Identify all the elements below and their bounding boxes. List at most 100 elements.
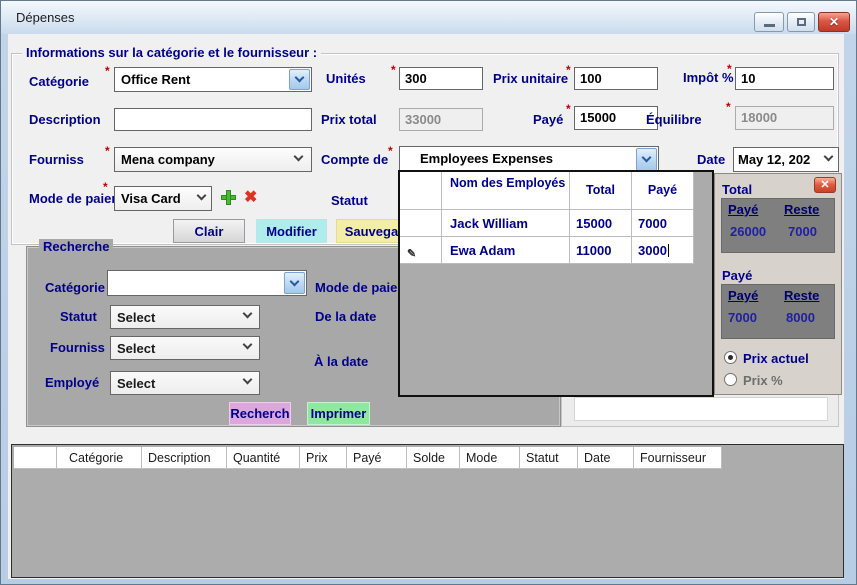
results-col-statut[interactable]: Statut — [520, 447, 578, 469]
recherche-fourniss-combobox[interactable]: Select — [110, 336, 260, 360]
chevron-down-icon — [243, 309, 253, 319]
results-rowheader-cell — [14, 447, 57, 469]
recherche-statut-value: Select — [117, 310, 155, 325]
results-col-solde[interactable]: Solde — [407, 447, 460, 469]
recherch-button[interactable]: Recherch — [229, 402, 291, 425]
description-input[interactable] — [114, 108, 312, 131]
equilibre-label: Équilibre — [646, 112, 702, 127]
compte-dropdown-button[interactable] — [636, 148, 657, 171]
results-col-prix[interactable]: Prix — [300, 447, 347, 469]
grid-row2-paye: 3000 — [638, 243, 667, 258]
app-window: Dépenses ✕ Informations sur la catégorie… — [0, 0, 857, 585]
client-area: Informations sur la catégorie et le four… — [8, 34, 844, 579]
impot-input[interactable]: 10 — [735, 67, 834, 90]
results-header-row: Catégorie Description Quantité Prix Payé… — [14, 447, 722, 469]
close-icon: ✕ — [820, 180, 829, 191]
summary-paye-paye-value: 7000 — [728, 310, 757, 325]
recherche-mode-label: Mode de paiem — [315, 280, 401, 295]
results-col-description[interactable]: Description — [142, 447, 227, 469]
chevron-down-icon — [294, 152, 304, 162]
results-col-categorie[interactable]: Catégorie — [57, 447, 142, 469]
fourniss-combobox-value: Mena company — [121, 152, 215, 167]
summary-total-paye-value: 26000 — [730, 224, 766, 239]
grid-col-paye[interactable]: Payé — [632, 172, 694, 210]
results-col-quantite[interactable]: Quantité — [227, 447, 300, 469]
grid-row2-total[interactable]: 11000 — [570, 237, 632, 264]
fourniss-required-marker: * — [105, 144, 110, 158]
categorie-required-marker: * — [105, 64, 110, 78]
grid-col-total[interactable]: Total — [570, 172, 632, 210]
clair-button[interactable]: Clair — [173, 219, 245, 243]
delete-button[interactable]: ✖ — [244, 190, 257, 206]
recherche-categorie-dropdown-button[interactable] — [284, 272, 305, 294]
grid-row1-total[interactable]: 15000 — [570, 210, 632, 237]
radio-prix-actuel[interactable] — [724, 351, 737, 364]
compte-combobox-value: Employees Expenses — [420, 151, 553, 166]
results-table[interactable]: Catégorie Description Quantité Prix Payé… — [11, 444, 844, 578]
grid-row2-header[interactable]: ✎ — [400, 237, 442, 264]
date-picker[interactable]: May 12, 202 — [733, 147, 839, 172]
results-col-mode[interactable]: Mode — [460, 447, 520, 469]
mode-paiement-required-marker: * — [103, 180, 108, 194]
grid-row1-paye[interactable]: 7000 — [632, 210, 694, 237]
minimize-button[interactable] — [754, 12, 784, 32]
maximize-icon — [797, 18, 806, 26]
grid-row2-paye-cell[interactable]: 3000 — [632, 237, 694, 264]
close-icon: ✕ — [829, 16, 839, 28]
description-label: Description — [29, 112, 101, 127]
statut-label: Statut — [331, 193, 368, 208]
summary-paye-reste-value: 8000 — [786, 310, 815, 325]
recherche-categorie-combobox[interactable] — [107, 270, 307, 296]
prix-unitaire-input[interactable]: 100 — [574, 67, 658, 90]
compte-combobox[interactable]: Employees Expenses — [399, 146, 659, 173]
paye-required-marker: * — [566, 102, 571, 116]
close-button[interactable]: ✕ — [818, 12, 850, 32]
panel-close-button[interactable]: ✕ — [814, 177, 836, 193]
prix-unitaire-label: Prix unitaire — [493, 71, 568, 86]
results-col-paye[interactable]: Payé — [347, 447, 407, 469]
grid-row1-header[interactable] — [400, 210, 442, 237]
chevron-down-icon — [243, 375, 253, 385]
prix-unitaire-required-marker: * — [566, 63, 571, 77]
grid-row2-nom[interactable]: Ewa Adam — [442, 237, 570, 264]
impot-label: Impôt % — [683, 70, 734, 85]
compte-label: Compte de — [321, 152, 388, 167]
categorie-dropdown-button[interactable] — [289, 69, 310, 90]
categorie-label: Catégorie — [29, 74, 89, 89]
employees-grid-popup[interactable]: Nom des Employés Total Payé Jack William… — [398, 170, 714, 397]
summary-total-title: Total — [722, 182, 752, 197]
grid-row1-nom[interactable]: Jack William — [442, 210, 570, 237]
modifier-button[interactable]: Modifier — [256, 219, 327, 243]
notes-input[interactable] — [574, 397, 828, 421]
mode-paiement-combobox[interactable]: Visa Card — [114, 186, 212, 211]
results-col-fournisseur[interactable]: Fournisseur — [634, 447, 722, 469]
fourniss-combobox[interactable]: Mena company — [114, 147, 312, 172]
unites-required-marker: * — [391, 63, 396, 77]
summary-total-reste-value: 7000 — [788, 224, 817, 239]
window-title: Dépenses — [16, 10, 75, 25]
text-caret — [668, 244, 669, 257]
recherche-legend: Recherche — [39, 239, 113, 254]
maximize-button[interactable] — [787, 12, 815, 32]
summary-total-reste-header: Reste — [784, 202, 819, 217]
recherche-statut-combobox[interactable]: Select — [110, 305, 260, 329]
unites-input[interactable]: 300 — [399, 67, 483, 90]
add-button[interactable] — [220, 189, 237, 206]
titlebar[interactable]: Dépenses ✕ — [1, 1, 856, 34]
radio-prix-pct[interactable] — [724, 373, 737, 386]
equilibre-required-marker: * — [726, 100, 731, 114]
results-col-date[interactable]: Date — [578, 447, 634, 469]
chevron-down-icon — [243, 340, 253, 350]
recherche-employe-combobox[interactable]: Select — [110, 371, 260, 395]
impot-required-marker: * — [727, 62, 732, 76]
equilibre-field: 18000 — [735, 106, 834, 130]
categorie-combobox-value: Office Rent — [121, 72, 190, 87]
summary-paye-paye-header: Payé — [728, 288, 758, 303]
edit-pencil-icon: ✎ — [407, 248, 416, 260]
grid-col-nom[interactable]: Nom des Employés — [442, 172, 570, 210]
chevron-down-icon — [197, 191, 207, 201]
imprimer-button[interactable]: Imprimer — [307, 402, 370, 425]
categorie-combobox[interactable]: Office Rent — [114, 67, 312, 92]
date-picker-value: May 12, 202 — [738, 152, 810, 167]
recherche-categorie-label: Catégorie — [45, 280, 105, 295]
